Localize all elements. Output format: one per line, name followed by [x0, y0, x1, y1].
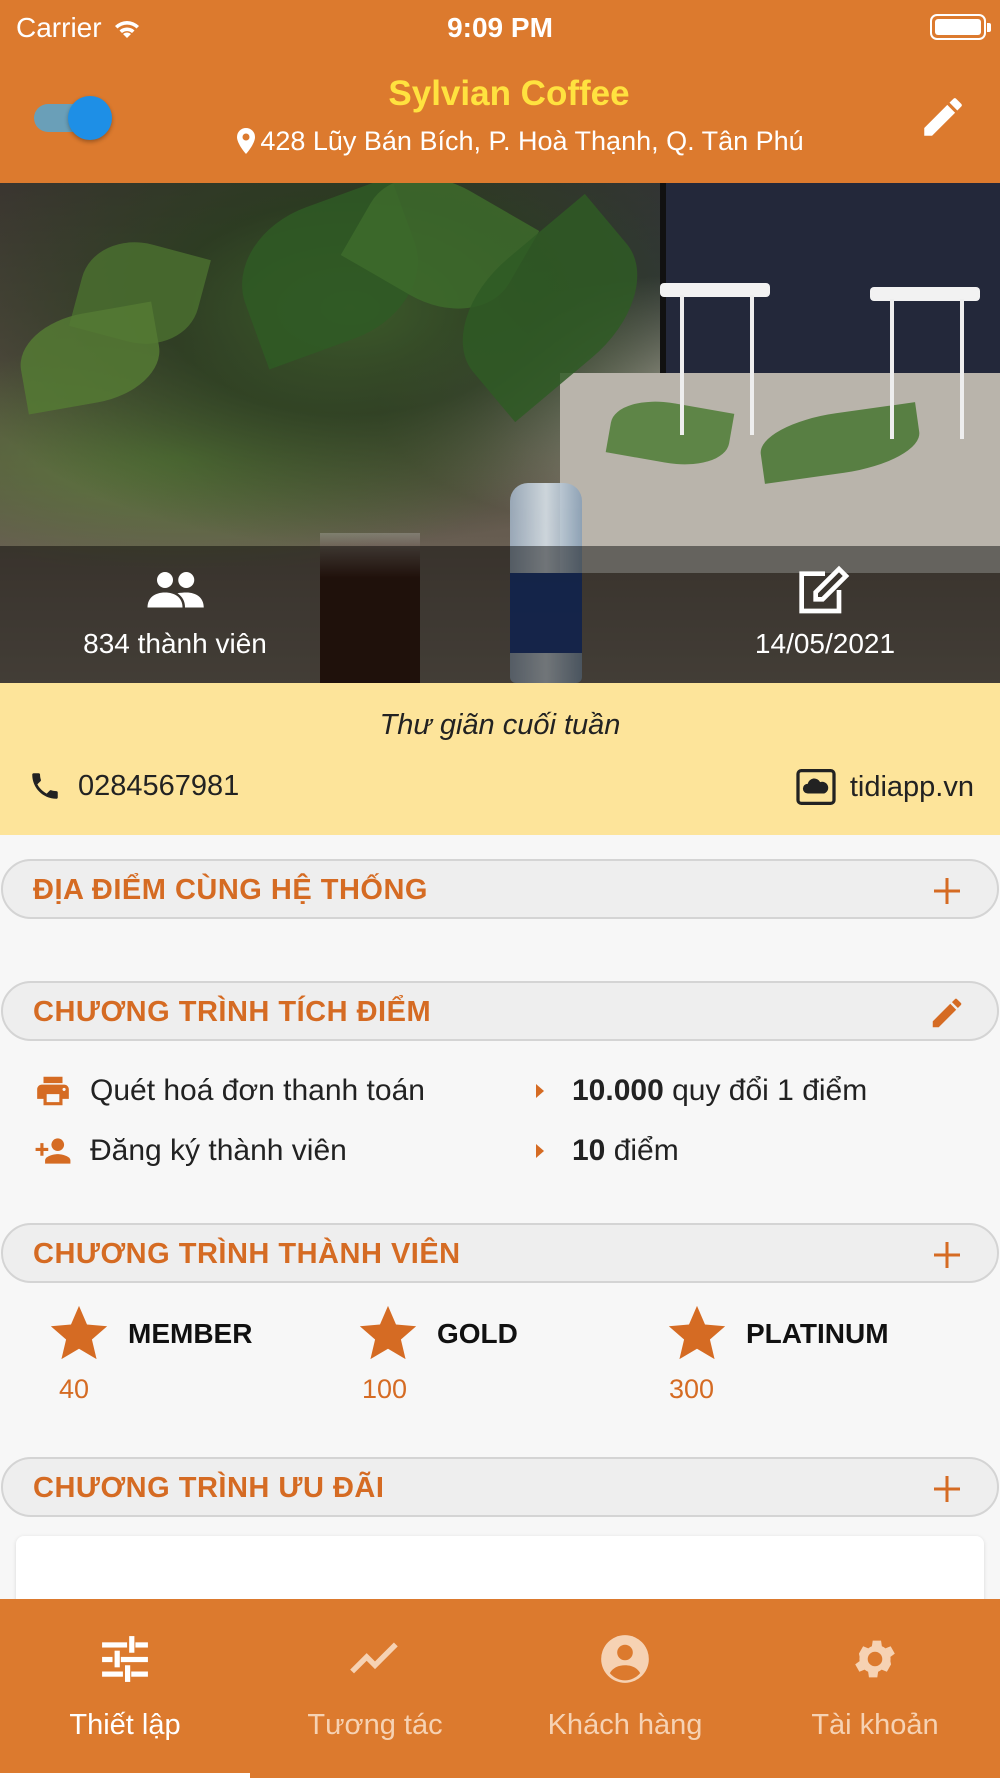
- location-pin-icon: [237, 127, 256, 154]
- section-membership: CHƯƠNG TRÌNH THÀNH VIÊN: [1, 1223, 999, 1283]
- shop-address-text: 428 Lũy Bán Bích, P. Hoà Thạnh, Q. Tân P…: [260, 126, 804, 156]
- clock: 9:09 PM: [447, 12, 553, 43]
- shop-address: 428 Lũy Bán Bích, P. Hoà Thạnh, Q. Tân P…: [0, 126, 1000, 157]
- member-count-text: 834 thành viên: [83, 628, 267, 659]
- phone-icon: [32, 773, 58, 799]
- shop-cover-photo: 834 thành viên 14/05/2021: [0, 183, 1000, 683]
- tier-name: PLATINUM: [746, 1318, 889, 1349]
- section-membership-title: CHƯƠNG TRÌNH THÀNH VIÊN: [33, 1238, 461, 1270]
- loyalty-rule-value: 10 điểm: [572, 1134, 679, 1167]
- shop-website[interactable]: tidiapp.vn: [796, 769, 974, 805]
- edit-loyalty-button[interactable]: [927, 993, 967, 1033]
- add-tier-button[interactable]: [927, 1235, 967, 1275]
- section-offers-title: CHƯƠNG TRÌNH ƯU ĐÃI: [33, 1472, 385, 1504]
- tier-points: 40: [59, 1374, 90, 1404]
- section-offers: CHƯƠNG TRÌNH ƯU ĐÃI: [1, 1457, 999, 1517]
- app-header: Carrier 9:09 PM Sylvian Coffee 428 Lũy B…: [0, 0, 1000, 183]
- star-icon: [668, 1305, 726, 1360]
- edit-shop-button[interactable]: [918, 92, 968, 142]
- tab-account[interactable]: Tài khoản: [750, 1599, 1000, 1778]
- add-location-button[interactable]: [927, 871, 967, 911]
- plus-icon: [934, 1242, 960, 1268]
- tier-platinum[interactable]: PLATINUM 300: [666, 1302, 946, 1412]
- plus-icon: [934, 878, 960, 904]
- tab-label: Thiết lập: [69, 1709, 181, 1741]
- pencil-icon: [932, 998, 962, 1028]
- sliders-icon: [102, 1636, 148, 1682]
- plus-icon: [934, 1476, 960, 1502]
- loyalty-rule-row: Quét hoá đơn thanh toán 10.000 quy đổi 1…: [34, 1066, 994, 1116]
- member-count: 834 thành viên: [50, 560, 300, 660]
- people-icon: [147, 572, 204, 608]
- tab-customers[interactable]: Khách hàng: [500, 1599, 750, 1778]
- section-locations-title: ĐỊA ĐIỂM CÙNG HỆ THỐNG: [33, 874, 428, 906]
- printer-icon: [37, 1076, 69, 1106]
- battery-icon: [930, 14, 991, 40]
- shop-title: Sylvian Coffee: [388, 74, 630, 113]
- updated-date[interactable]: 14/05/2021: [725, 560, 925, 660]
- tier-gold[interactable]: GOLD 100: [357, 1302, 637, 1412]
- account-icon: [601, 1635, 649, 1683]
- loyalty-rule-label: Đăng ký thành viên: [90, 1134, 347, 1167]
- loyalty-rule-row: Đăng ký thành viên 10 điểm: [34, 1126, 994, 1176]
- loyalty-rule-label: Quét hoá đơn thanh toán: [90, 1074, 425, 1107]
- tab-label: Khách hàng: [547, 1709, 703, 1741]
- section-loyalty-title: CHƯƠNG TRÌNH TÍCH ĐIỂM: [33, 996, 432, 1028]
- caret-right-icon: [536, 1144, 544, 1158]
- active-tab-indicator: [0, 1773, 250, 1778]
- shop-phone[interactable]: 0284567981: [28, 769, 239, 803]
- tier-name: GOLD: [437, 1318, 518, 1349]
- tab-settings[interactable]: Thiết lập: [0, 1599, 250, 1778]
- tier-points: 100: [362, 1374, 408, 1404]
- tier-name: MEMBER: [128, 1318, 253, 1349]
- tab-label: Tương tác: [307, 1709, 443, 1741]
- section-locations: ĐỊA ĐIỂM CÙNG HỆ THỐNG: [1, 859, 999, 919]
- trend-icon: [350, 1642, 398, 1674]
- shop-info-band: Thư giãn cuối tuần 0284567981 tidiapp.vn: [0, 683, 1000, 835]
- tier-member[interactable]: MEMBER 40: [48, 1302, 328, 1412]
- pencil-icon: [924, 98, 962, 136]
- edit-note-icon: [799, 565, 850, 614]
- status-bar: Carrier 9:09 PM: [0, 8, 1000, 52]
- tab-interaction[interactable]: Tương tác: [250, 1599, 500, 1778]
- gear-icon: [855, 1640, 895, 1678]
- shop-website-text: tidiapp.vn: [849, 770, 974, 803]
- tab-label: Tài khoản: [811, 1709, 939, 1741]
- star-icon: [359, 1305, 417, 1360]
- updated-date-text: 14/05/2021: [754, 628, 896, 659]
- tier-points: 300: [669, 1374, 715, 1404]
- star-icon: [50, 1305, 108, 1360]
- loyalty-rule-value: 10.000 quy đổi 1 điểm: [572, 1074, 868, 1107]
- caret-right-icon: [536, 1084, 544, 1098]
- shop-tagline: Thư giãn cuối tuần: [379, 709, 621, 741]
- bottom-tab-bar: Thiết lập Tương tác Khách hàng Tài khoản: [0, 1599, 1000, 1778]
- cloud-box-icon: [796, 769, 836, 805]
- add-person-icon: [35, 1138, 71, 1164]
- shop-phone-text: 0284567981: [78, 769, 240, 802]
- section-loyalty: CHƯƠNG TRÌNH TÍCH ĐIỂM: [1, 981, 999, 1041]
- add-offer-button[interactable]: [927, 1469, 967, 1509]
